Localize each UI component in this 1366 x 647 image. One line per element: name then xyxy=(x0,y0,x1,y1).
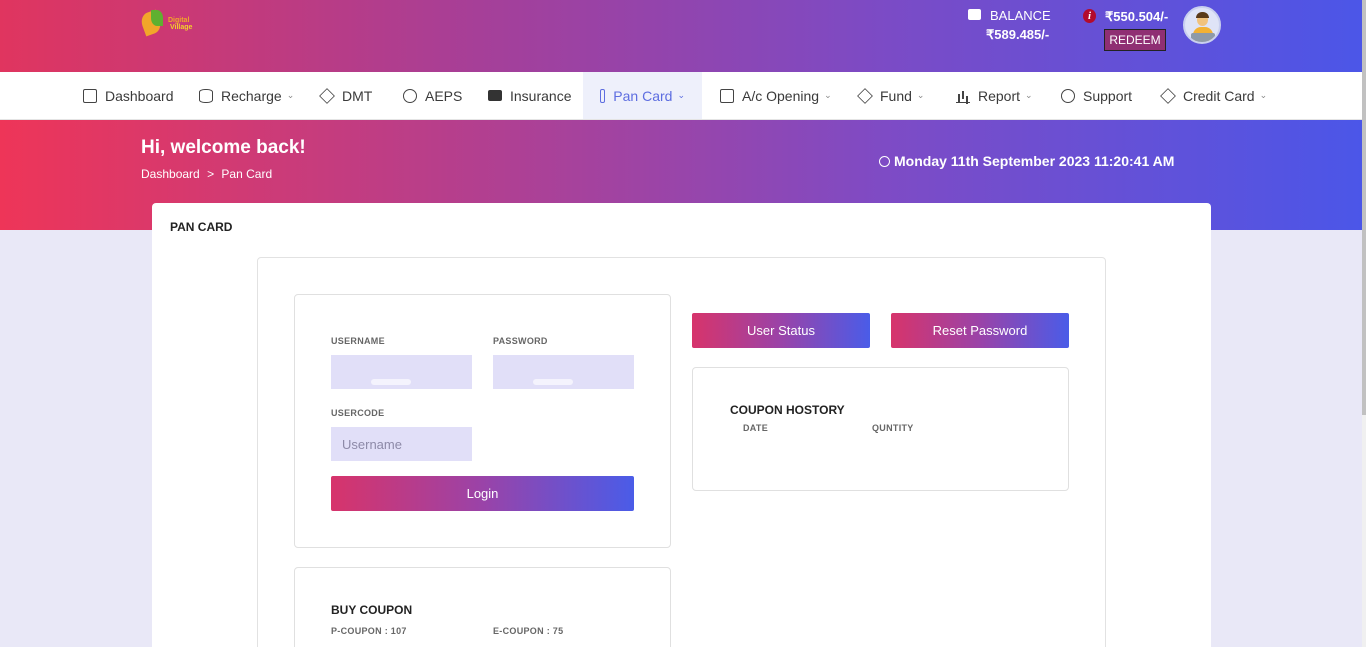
chevron-down-icon: ⌄ xyxy=(1025,90,1033,100)
usercode-field[interactable] xyxy=(331,427,472,461)
chevron-down-icon: ⌄ xyxy=(824,90,832,100)
e-coupon-count: E-COUPON : 75 xyxy=(493,626,564,636)
breadcrumb-home[interactable]: Dashboard xyxy=(141,167,200,181)
password-field[interactable] xyxy=(493,355,634,389)
nav-item-dashboard[interactable]: Dashboard xyxy=(66,72,191,119)
usercode-label: USERCODE xyxy=(331,408,385,418)
balance-label: BALANCE xyxy=(990,8,1051,23)
points-icon: i xyxy=(1083,9,1096,23)
username-field[interactable] xyxy=(331,355,472,389)
logo-text: Digital xyxy=(168,17,190,24)
chevron-down-icon: ⌄ xyxy=(1259,90,1268,100)
points-amount: ₹550.504/- xyxy=(1105,9,1169,24)
nav-label: Report xyxy=(978,87,1021,104)
monitor-icon xyxy=(83,88,97,103)
nav-item-recharge[interactable]: Recharge ⌄ xyxy=(182,72,311,119)
logo[interactable]: Digital Village xyxy=(138,9,212,40)
password-label: PASSWORD xyxy=(493,336,548,346)
bar-chart-icon xyxy=(956,89,970,103)
nav-label: AEPS xyxy=(425,87,463,104)
breadcrumb: Dashboard > Pan Card xyxy=(141,167,276,181)
nav-item-support[interactable]: Support xyxy=(1044,72,1149,119)
redeem-button[interactable]: REDEEM xyxy=(1104,29,1166,51)
login-button[interactable]: Login xyxy=(331,476,634,511)
nav-item-ac-opening[interactable]: A/c Opening ⌄ xyxy=(703,72,849,119)
box-icon xyxy=(1160,87,1176,104)
nav-label: Support xyxy=(1083,87,1133,104)
logo-text: Village xyxy=(170,24,193,31)
layers-icon xyxy=(319,87,335,104)
nav-item-pan-card[interactable]: Pan Card ⌄ xyxy=(583,72,702,119)
nav-item-dmt[interactable]: DMT xyxy=(303,72,389,119)
reset-password-button[interactable]: Reset Password xyxy=(891,313,1069,348)
buy-coupon-title: BUY COUPON xyxy=(331,603,413,617)
chevron-down-icon: ⌄ xyxy=(286,90,295,100)
nav-item-credit-card[interactable]: Credit Card ⌄ xyxy=(1144,72,1284,119)
alarm-clock-icon xyxy=(879,156,890,167)
balance-amount: ₹589.485/- xyxy=(986,27,1050,42)
nav-label: Insurance xyxy=(510,87,572,104)
avatar[interactable] xyxy=(1183,6,1221,44)
column-header-date: DATE xyxy=(743,423,769,433)
database-icon xyxy=(199,88,213,103)
nav-label: A/c Opening xyxy=(742,87,820,104)
page-scrollbar[interactable] xyxy=(1362,0,1366,647)
compass-icon xyxy=(1061,88,1075,103)
username-label: USERNAME xyxy=(331,336,385,346)
nav-label: DMT xyxy=(342,87,373,104)
breadcrumb-separator: > xyxy=(207,167,215,181)
breadcrumb-current: Pan Card xyxy=(221,167,273,181)
nav-item-aeps[interactable]: AEPS xyxy=(386,72,479,119)
logo-leaf-icon xyxy=(151,10,163,26)
aperture-icon xyxy=(403,88,417,103)
usercode-input[interactable] xyxy=(331,427,472,461)
wallet-icon xyxy=(968,9,981,20)
nav-item-fund[interactable]: Fund ⌄ xyxy=(841,72,941,119)
main-nav: Dashboard Recharge ⌄ DMT AEPS Insurance … xyxy=(0,72,1362,120)
book-icon xyxy=(720,88,734,103)
p-coupon-count: P-COUPON : 107 xyxy=(331,626,407,636)
chevron-down-icon: ⌄ xyxy=(916,90,925,100)
datetime-text: Monday 11th September 2023 11:20:41 AM xyxy=(894,153,1175,169)
user-status-button[interactable]: User Status xyxy=(692,313,870,348)
avatar-hair xyxy=(1196,12,1209,18)
book-icon xyxy=(600,88,606,103)
nav-label: Fund xyxy=(880,87,912,104)
top-header: Digital Village BALANCE ₹589.485/- i ₹55… xyxy=(0,0,1366,72)
avatar-laptop-icon xyxy=(1191,33,1215,42)
datetime: Monday 11th September 2023 11:20:41 AM xyxy=(879,153,1174,169)
nav-label: Recharge xyxy=(221,87,282,104)
codepen-icon xyxy=(857,87,873,104)
column-header-quantity: QUNTITY xyxy=(872,423,914,433)
coupon-history-title: COUPON HOSTORY xyxy=(730,403,845,417)
nav-label: Credit Card xyxy=(1183,87,1255,104)
nav-item-report[interactable]: Report ⌄ xyxy=(939,72,1050,119)
page-title: PAN CARD xyxy=(170,220,233,234)
id-card-icon xyxy=(488,90,502,101)
scrollbar-thumb[interactable] xyxy=(1362,0,1366,415)
nav-label: Pan Card xyxy=(613,87,673,104)
welcome-heading: Hi, welcome back! xyxy=(141,137,306,158)
nav-item-insurance[interactable]: Insurance xyxy=(471,72,588,119)
nav-label: Dashboard xyxy=(105,87,174,104)
chevron-down-icon: ⌄ xyxy=(677,90,685,100)
